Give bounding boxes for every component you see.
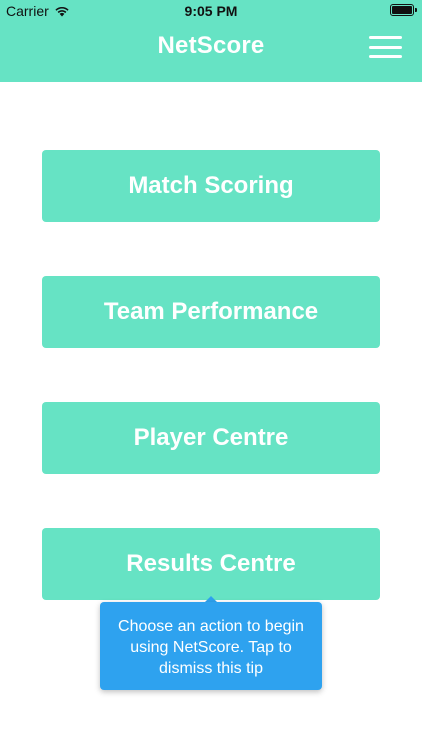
app-title: NetScore: [157, 32, 265, 59]
app-header: Carrier 9:05 PM NetScore: [0, 0, 422, 82]
player-centre-button[interactable]: Player Centre: [42, 402, 380, 474]
match-scoring-button[interactable]: Match Scoring: [42, 150, 380, 222]
menu-line: [369, 55, 402, 58]
menu-line: [369, 45, 402, 49]
battery-level: [392, 6, 412, 14]
team-performance-button[interactable]: Team Performance: [42, 276, 380, 348]
battery-icon: [390, 4, 417, 16]
tip-text: Choose an action to begin using NetScore…: [118, 618, 304, 677]
menu-line: [369, 36, 402, 39]
status-bar: Carrier 9:05 PM: [0, 0, 422, 22]
status-time: 9:05 PM: [184, 3, 238, 19]
onboarding-tip[interactable]: Choose an action to begin using NetScore…: [100, 602, 322, 690]
home-screen: Carrier 9:05 PM NetScore Match Scoring T…: [0, 0, 422, 750]
results-centre-button[interactable]: Results Centre: [42, 528, 380, 600]
hamburger-menu-icon[interactable]: [369, 36, 402, 58]
